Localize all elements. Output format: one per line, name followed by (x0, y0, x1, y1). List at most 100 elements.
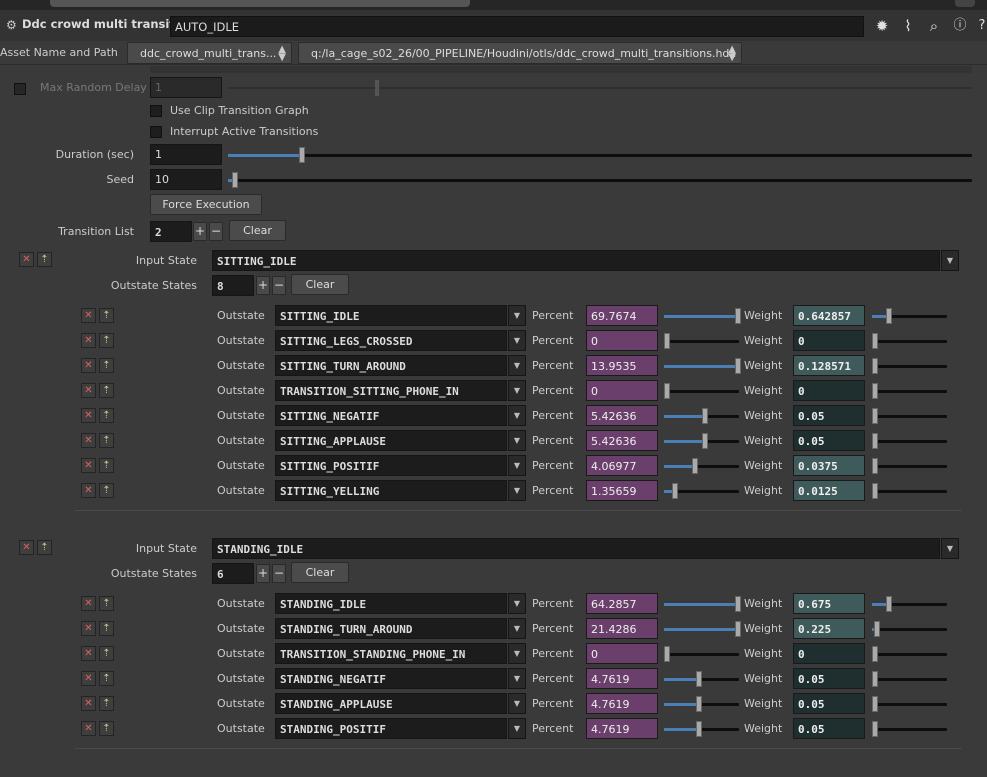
outstate-field[interactable]: STANDING_IDLE (275, 593, 507, 614)
remove-outstate-icon[interactable]: ✕ (81, 596, 96, 611)
move-outstate-icon[interactable]: ⇡ (99, 596, 114, 611)
percent-slider[interactable] (664, 358, 741, 374)
percent-field[interactable]: 0 (586, 380, 658, 401)
weight-handle[interactable] (872, 671, 878, 687)
add-outstate-button[interactable]: + (256, 564, 270, 583)
chevron-down-icon[interactable]: ▼ (508, 455, 526, 476)
percent-field[interactable]: 4.7619 (586, 693, 658, 714)
weight-field[interactable]: 0.642857 (793, 305, 865, 326)
weight-handle[interactable] (872, 408, 878, 424)
outstate-field[interactable]: SITTING_POSITIF (275, 455, 507, 476)
brush-icon[interactable]: ⌇ (898, 16, 918, 36)
remove-outstate-icon[interactable]: ✕ (81, 308, 96, 323)
percent-handle[interactable] (701, 408, 708, 424)
weight-handle[interactable] (872, 696, 878, 712)
weight-slider[interactable] (872, 621, 947, 637)
search-icon[interactable]: ⌕ (924, 16, 944, 36)
percent-slider[interactable] (664, 596, 741, 612)
percent-field[interactable]: 1.35659 (586, 480, 658, 501)
weight-handle[interactable] (874, 621, 881, 637)
percent-field[interactable]: 4.7619 (586, 718, 658, 739)
node-name-field[interactable]: AUTO_IDLE (170, 16, 864, 37)
outstate-field[interactable]: SITTING_LEGS_CROSSED (275, 330, 507, 351)
percent-handle[interactable] (691, 458, 698, 474)
seed-handle[interactable] (232, 172, 239, 188)
chevron-down-icon[interactable]: ▼ (508, 643, 526, 664)
move-outstate-icon[interactable]: ⇡ (99, 408, 114, 423)
remove-outstate-icon[interactable]: ✕ (81, 621, 96, 636)
outstate-count-field[interactable]: 6 (212, 563, 254, 584)
move-outstate-icon[interactable]: ⇡ (99, 696, 114, 711)
duration-handle[interactable] (299, 147, 306, 163)
chevron-down-icon[interactable]: ▼ (508, 668, 526, 689)
percent-handle[interactable] (664, 333, 670, 349)
remove-outstate-button[interactable]: − (272, 276, 286, 295)
move-outstate-icon[interactable]: ⇡ (99, 308, 114, 323)
percent-slider[interactable] (664, 458, 739, 474)
weight-slider[interactable] (872, 358, 947, 374)
remove-outstate-icon[interactable]: ✕ (81, 671, 96, 686)
asset-path-dropdown[interactable]: q:/la_cage_s02_26/00_PIPELINE/Houdini/ot… (298, 42, 742, 64)
weight-slider[interactable] (872, 433, 947, 449)
weight-handle[interactable] (872, 458, 878, 474)
percent-slider[interactable] (664, 333, 739, 349)
percent-field[interactable]: 4.7619 (586, 668, 658, 689)
seed-field[interactable]: 10 (150, 169, 222, 190)
interrupt-checkbox[interactable] (150, 126, 162, 138)
weight-handle[interactable] (885, 308, 892, 324)
weight-field[interactable]: 0 (793, 643, 865, 664)
percent-handle[interactable] (696, 696, 703, 712)
weight-slider[interactable] (872, 671, 947, 687)
remove-outstate-icon[interactable]: ✕ (81, 408, 96, 423)
weight-field[interactable]: 0.0125 (793, 480, 865, 501)
weight-field[interactable]: 0.05 (793, 430, 865, 451)
weight-field[interactable]: 0 (793, 380, 865, 401)
input-state-field[interactable]: SITTING_IDLE (212, 250, 940, 271)
percent-handle[interactable] (671, 483, 678, 499)
chevron-down-icon[interactable]: ▼ (508, 693, 526, 714)
outstate-field[interactable]: TRANSITION_SITTING_PHONE_IN (275, 380, 507, 401)
remove-outstate-icon[interactable]: ✕ (81, 433, 96, 448)
weight-handle[interactable] (872, 483, 878, 499)
remove-transition-button[interactable]: − (209, 222, 223, 241)
info-icon[interactable]: ⓘ (950, 16, 970, 36)
remove-outstate-icon[interactable]: ✕ (81, 646, 96, 661)
remove-outstate-icon[interactable]: ✕ (81, 383, 96, 398)
transition-list-count[interactable]: 2 (150, 221, 192, 242)
weight-slider[interactable] (872, 483, 947, 499)
duration-slider[interactable] (228, 147, 972, 163)
weight-handle[interactable] (872, 646, 878, 662)
weight-field[interactable]: 0.05 (793, 668, 865, 689)
outstate-field[interactable]: SITTING_APPLAUSE (275, 430, 507, 451)
remove-outstate-icon[interactable]: ✕ (81, 721, 96, 736)
weight-handle[interactable] (872, 721, 878, 737)
max-random-delay-toggle[interactable] (14, 83, 26, 95)
percent-field[interactable]: 21.4286 (586, 618, 658, 639)
percent-handle[interactable] (701, 433, 708, 449)
move-outstate-icon[interactable]: ⇡ (99, 333, 114, 348)
weight-slider[interactable] (872, 721, 947, 737)
percent-handle[interactable] (735, 358, 741, 374)
use-clip-graph-checkbox[interactable] (150, 105, 162, 117)
weight-slider[interactable] (872, 333, 947, 349)
outstate-field[interactable]: TRANSITION_STANDING_PHONE_IN (275, 643, 507, 664)
weight-slider[interactable] (872, 458, 947, 474)
remove-outstate-icon[interactable]: ✕ (81, 483, 96, 498)
remove-outstate-icon[interactable]: ✕ (81, 458, 96, 473)
percent-field[interactable]: 0 (586, 643, 658, 664)
weight-field[interactable]: 0.225 (793, 618, 865, 639)
outstate-field[interactable]: STANDING_POSITIF (275, 718, 507, 739)
chevron-down-icon[interactable]: ▼ (508, 593, 526, 614)
force-execution-button[interactable]: Force Execution (150, 194, 262, 215)
percent-field[interactable]: 4.06977 (586, 455, 658, 476)
move-outstate-icon[interactable]: ⇡ (99, 458, 114, 473)
chevron-down-icon[interactable]: ▼ (508, 380, 526, 401)
percent-handle[interactable] (664, 383, 670, 399)
percent-slider[interactable] (664, 383, 739, 399)
percent-slider[interactable] (664, 483, 739, 499)
percent-field[interactable]: 69.7674 (586, 305, 658, 326)
move-outstate-icon[interactable]: ⇡ (99, 433, 114, 448)
percent-slider[interactable] (664, 433, 739, 449)
weight-field[interactable]: 0 (793, 330, 865, 351)
percent-slider[interactable] (664, 721, 739, 737)
